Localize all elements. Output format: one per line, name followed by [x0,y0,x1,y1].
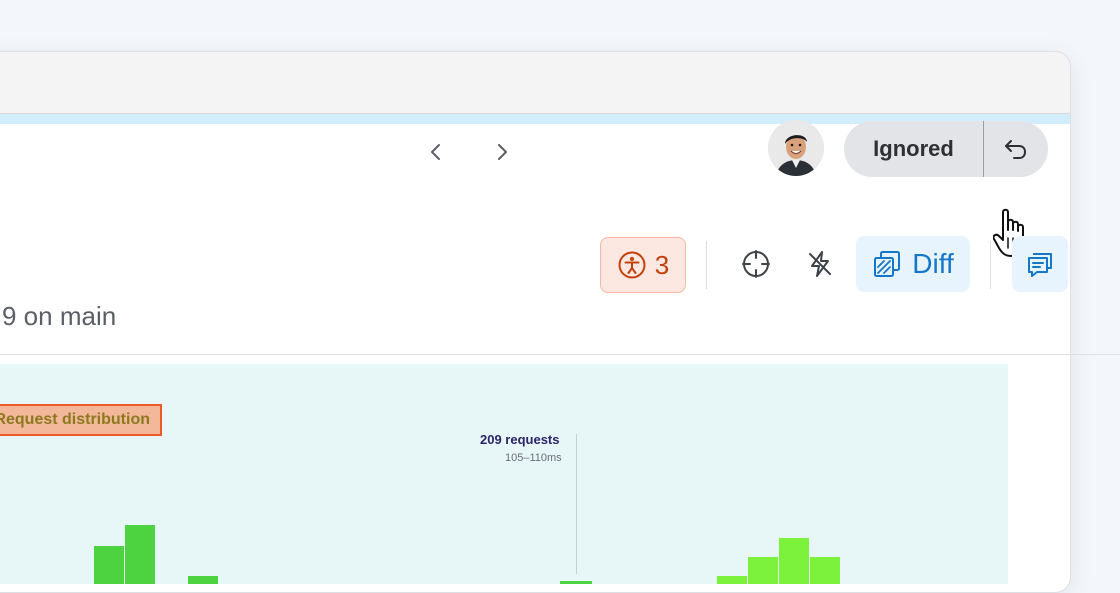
diff-toggle-button[interactable]: Diff [856,236,970,292]
histogram-annotation-title: 209 requests [480,432,560,447]
histogram-bar [125,525,155,584]
flash-off-button[interactable] [792,236,848,292]
histogram-bar [94,546,124,584]
toolbar-bottom-border [0,354,1120,355]
user-avatar-image [768,120,824,176]
title-bar [0,52,1070,114]
chevron-right-icon [498,144,507,160]
status-label: Ignored [873,136,954,161]
accessibility-icon [618,251,646,279]
next-button[interactable] [486,136,518,168]
toolbar-divider [706,241,707,289]
histogram-bar [717,576,747,584]
build-info: l 9 on main [0,301,117,331]
undo-button[interactable] [984,121,1048,177]
comments-button[interactable] [1012,236,1068,292]
chevron-left-icon [431,144,440,160]
flash-off-icon [809,251,831,277]
accessibility-issues-button[interactable]: 3 [600,237,686,293]
chart-title: Request distribution [0,411,150,428]
previous-button[interactable] [420,136,452,168]
histogram-bar [560,581,592,584]
comments-icon [1028,253,1052,277]
histogram-marker-line [576,434,577,574]
status-ignored-button[interactable]: Ignored [844,121,983,177]
undo-icon [1005,140,1027,159]
toolbar-divider [990,241,991,289]
diff-icon [874,251,901,277]
histogram-bar [779,538,809,584]
histogram-bar [748,557,778,584]
chart-title-highlight: Request distribution [0,404,162,436]
review-status-group: Ignored [844,121,1048,177]
histogram-bar [188,576,218,584]
snapshot-preview [0,364,1008,584]
histogram-bar [810,557,840,584]
target-button[interactable] [728,236,784,292]
histogram-annotation-range: 105–110ms [505,452,562,464]
crosshair-icon [742,250,770,278]
diff-label: Diff [912,248,954,279]
accessibility-count: 3 [654,249,670,280]
avatar[interactable] [768,120,824,176]
